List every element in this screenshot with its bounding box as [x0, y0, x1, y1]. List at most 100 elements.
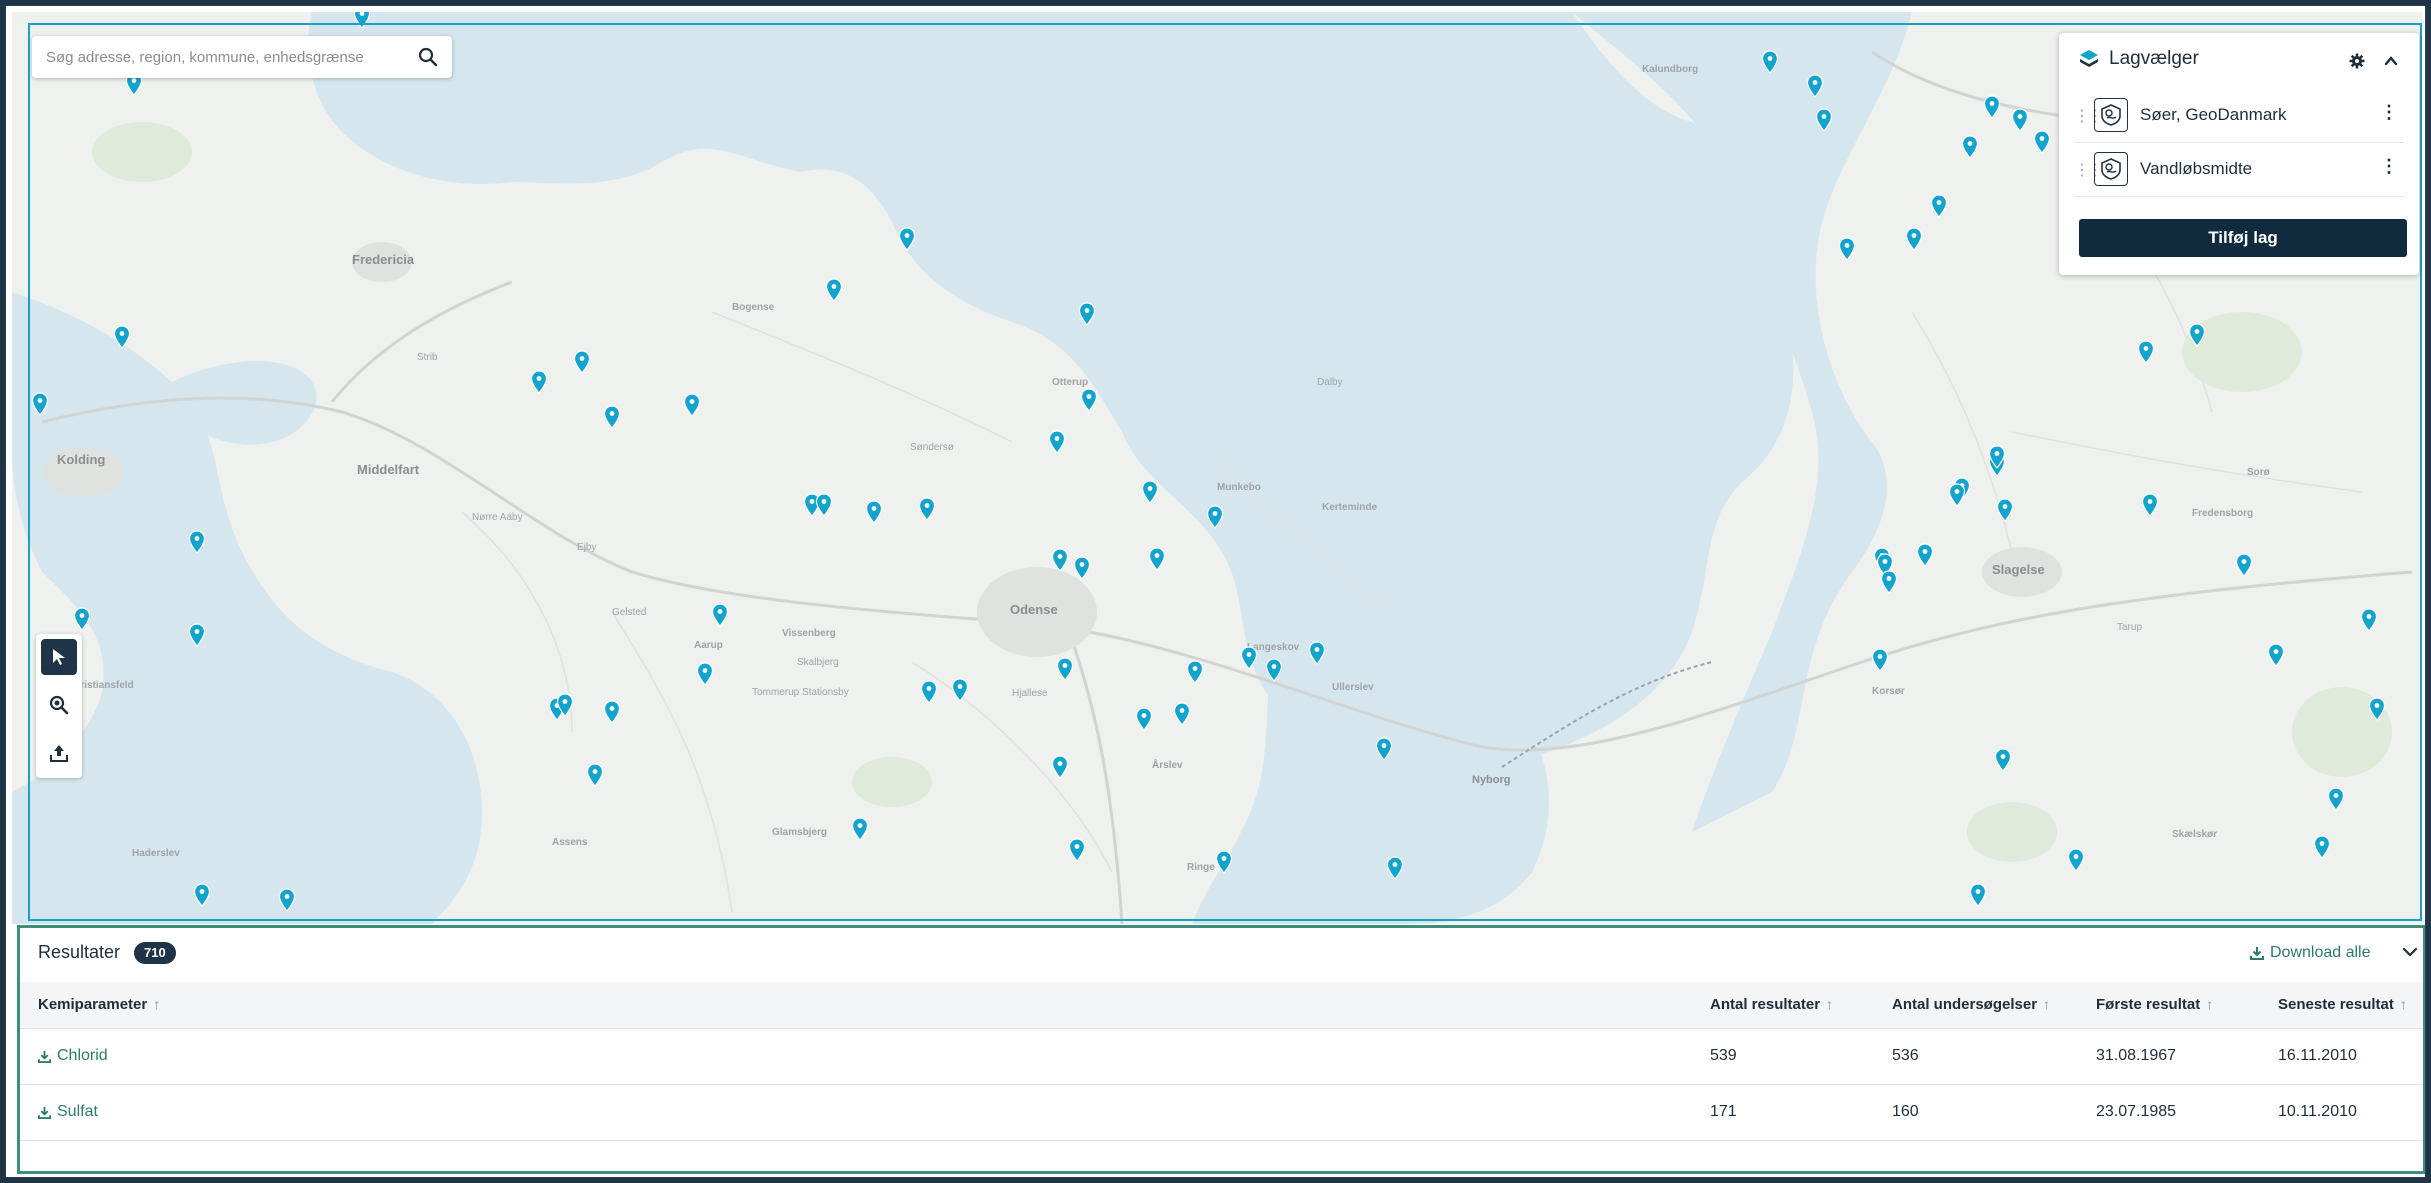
place-label: Ullerslev	[1332, 682, 1374, 693]
map-pin-icon[interactable]	[1265, 658, 1283, 682]
map-pin-icon[interactable]	[918, 497, 936, 521]
zoom-tool-button[interactable]	[41, 687, 77, 723]
map-pin-icon[interactable]	[1815, 108, 1833, 132]
map-pin-icon[interactable]	[1983, 95, 2001, 119]
map-pin-icon[interactable]	[113, 325, 131, 349]
map-pin-icon[interactable]	[1871, 648, 1889, 672]
place-label: Skælskør	[2172, 829, 2218, 840]
map-pin-icon[interactable]	[1056, 657, 1074, 681]
map-pin-icon[interactable]	[2033, 130, 2051, 154]
chevron-up-icon[interactable]	[2383, 53, 2399, 69]
map-pin-icon[interactable]	[2327, 787, 2345, 811]
add-layer-button[interactable]: Tilføj lag	[2079, 219, 2407, 257]
map-pin-icon[interactable]	[573, 350, 591, 374]
search-input[interactable]	[32, 47, 408, 67]
column-header-foerste-resultat[interactable]: Første resultat ↑	[2096, 996, 2213, 1013]
gear-icon[interactable]	[2349, 53, 2365, 69]
map-pin-icon[interactable]	[920, 680, 938, 704]
map-pin-icon[interactable]	[2137, 340, 2155, 364]
map-pin-icon[interactable]	[1308, 641, 1326, 665]
map-pin-icon[interactable]	[1135, 707, 1153, 731]
map-pin-icon[interactable]	[1375, 737, 1393, 761]
map-pin-icon[interactable]	[1148, 547, 1166, 571]
map-pin-icon[interactable]	[683, 393, 701, 417]
map-pin-icon[interactable]	[951, 678, 969, 702]
map-pin-icon[interactable]	[1838, 237, 1856, 261]
map-pin-icon[interactable]	[1051, 755, 1069, 779]
map-pin-icon[interactable]	[1215, 850, 1233, 874]
column-header-antal-undersoegelser[interactable]: Antal undersøgelser ↑	[1892, 996, 2050, 1013]
map-pin-icon[interactable]	[530, 370, 548, 394]
map-pin-icon[interactable]	[1761, 50, 1779, 74]
layer-name: Vandløbsmidte	[2140, 159, 2253, 178]
map-pin-icon[interactable]	[1969, 883, 1987, 907]
map-pin-icon[interactable]	[1880, 570, 1898, 594]
column-header-kemiparameter[interactable]: Kemiparameter ↑	[38, 996, 160, 1013]
map-pin-icon[interactable]	[188, 530, 206, 554]
map-pin-icon[interactable]	[603, 405, 621, 429]
lake-layer-icon	[2094, 98, 2128, 132]
map-pin-icon[interactable]	[1073, 556, 1091, 580]
map-pin-icon[interactable]	[851, 817, 869, 841]
more-options-icon[interactable]: ⋮	[2380, 102, 2398, 123]
map-pin-icon[interactable]	[73, 607, 91, 631]
map-pin-icon[interactable]	[1948, 483, 1966, 507]
select-tool-button[interactable]	[41, 639, 77, 675]
map-pin-icon[interactable]	[1206, 505, 1224, 529]
map-pin-icon[interactable]	[1141, 480, 1159, 504]
map-pin-icon[interactable]	[586, 763, 604, 787]
column-header-seneste-resultat[interactable]: Seneste resultat ↑	[2278, 996, 2407, 1013]
map-pin-icon[interactable]	[1173, 702, 1191, 726]
sort-arrow-icon: ↑	[2206, 996, 2214, 1012]
map-pin-icon[interactable]	[1051, 548, 1069, 572]
chevron-down-icon[interactable]	[2400, 942, 2420, 962]
map-pin-icon[interactable]	[2067, 848, 2085, 872]
parameter-link[interactable]: Sulfat	[38, 1103, 98, 1121]
map-pin-icon[interactable]	[1930, 194, 1948, 218]
more-options-icon[interactable]: ⋮	[2380, 156, 2398, 177]
parameter-link[interactable]: Chlorid	[38, 1047, 108, 1065]
map-pin-icon[interactable]	[1994, 748, 2012, 772]
map-pin-icon[interactable]	[2313, 835, 2331, 859]
map-pin-icon[interactable]	[825, 278, 843, 302]
map-pin-icon[interactable]	[2235, 553, 2253, 577]
map-pin-icon[interactable]	[2360, 608, 2378, 632]
map-pin-icon[interactable]	[2267, 643, 2285, 667]
table-row: Sulfat 171 160 23.07.1985 10.11.2010	[20, 1085, 2423, 1141]
map-pin-icon[interactable]	[556, 693, 574, 717]
map-pin-icon[interactable]	[1186, 660, 1204, 684]
layer-item[interactable]: ⋮⋮ Søer, GeoDanmark ⋮	[2074, 88, 2404, 143]
map-pin-icon[interactable]	[31, 392, 49, 416]
map-pin-icon[interactable]	[1078, 302, 1096, 326]
map-pin-icon[interactable]	[1048, 430, 1066, 454]
map-pin-icon[interactable]	[2011, 108, 2029, 132]
download-all-button[interactable]: Download alle	[2250, 944, 2371, 962]
map-pin-icon[interactable]	[865, 500, 883, 524]
map-pin-icon[interactable]	[1068, 838, 1086, 862]
layer-item[interactable]: ⋮⋮ Vandløbsmidte ⋮	[2074, 142, 2404, 197]
map-pin-icon[interactable]	[696, 662, 714, 686]
map-pin-icon[interactable]	[1806, 74, 1824, 98]
map-pin-icon[interactable]	[898, 227, 916, 251]
map-pin-icon[interactable]	[711, 603, 729, 627]
map-pin-icon[interactable]	[1240, 646, 1258, 670]
map-pin-icon[interactable]	[1080, 388, 1098, 412]
search-icon[interactable]	[418, 47, 438, 67]
map-pin-icon[interactable]	[1988, 445, 2006, 469]
map-pin-icon[interactable]	[2188, 323, 2206, 347]
map-pin-icon[interactable]	[1916, 543, 1934, 567]
column-header-antal-resultater[interactable]: Antal resultater ↑	[1710, 996, 1833, 1013]
map-pin-icon[interactable]	[603, 700, 621, 724]
map-pin-icon[interactable]	[815, 493, 833, 517]
map-pin-icon[interactable]	[1386, 856, 1404, 880]
upload-tool-button[interactable]	[41, 735, 77, 771]
map-pin-icon[interactable]	[1996, 498, 2014, 522]
map-pin-icon[interactable]	[1905, 227, 1923, 251]
map-pin-icon[interactable]	[278, 888, 296, 912]
map-pin-icon[interactable]	[193, 883, 211, 907]
map-pin-icon[interactable]	[2141, 493, 2159, 517]
map-pin-icon[interactable]	[188, 623, 206, 647]
map-pin-icon[interactable]	[353, 12, 371, 29]
map-pin-icon[interactable]	[2368, 697, 2386, 721]
map-pin-icon[interactable]	[1961, 135, 1979, 159]
